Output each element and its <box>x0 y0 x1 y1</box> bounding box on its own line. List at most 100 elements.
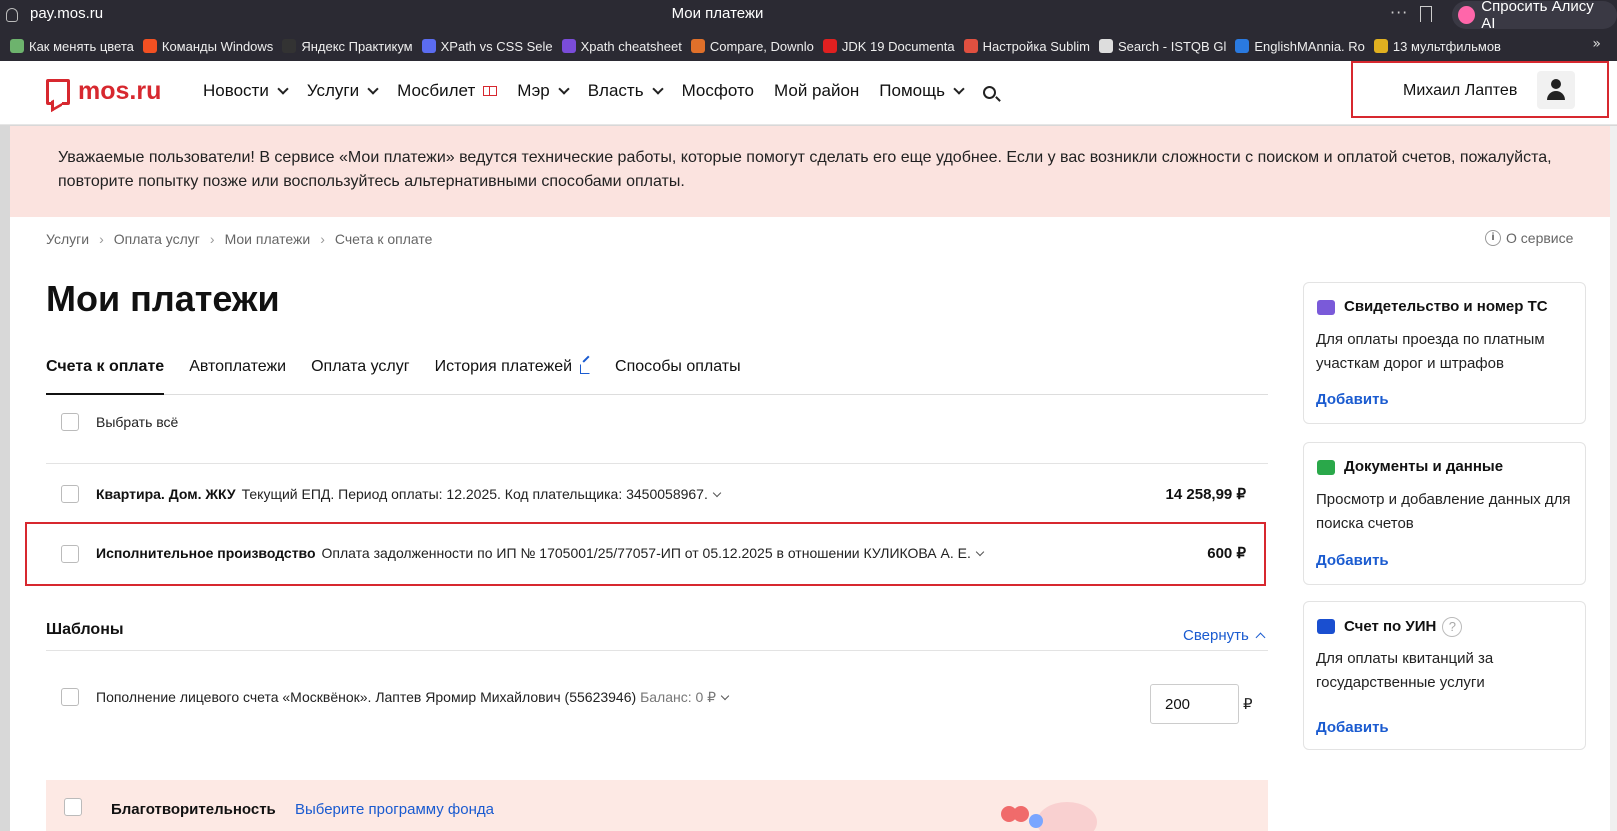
page-title: Мои платежи <box>46 278 280 319</box>
bookmark-item[interactable]: XPath vs CSS Sele <box>421 39 553 54</box>
tab-label: История платежей <box>434 358 573 375</box>
bookmark-icon <box>1098 39 1113 53</box>
collapse-button[interactable]: Свернуть <box>1183 627 1266 644</box>
tab-item[interactable]: История платежей <box>434 358 591 395</box>
nav-item-label: Новости <box>203 81 269 100</box>
about-service-link[interactable]: i О сервисе <box>1485 230 1573 246</box>
help-icon[interactable]: ? <box>1442 617 1463 637</box>
tabs: Счета к оплате Автоплатежи Оплата услуг Ист… <box>46 358 1268 395</box>
user-icon[interactable] <box>1537 71 1575 109</box>
card-description: Просмотр и добавление данных для поиска … <box>1316 491 1571 532</box>
nav-item-label: Помощь <box>879 81 945 100</box>
mos-logo[interactable]: mos.ru <box>46 77 161 106</box>
bookmark-item[interactable]: EnglishMAnnia. Ro <box>1235 39 1365 54</box>
bookmark-icon <box>822 39 837 53</box>
nav-item[interactable]: Услуги <box>307 81 379 101</box>
bookmark-item[interactable]: Команды Windows <box>142 39 273 54</box>
nav-item[interactable]: Мосбилет <box>397 81 498 101</box>
card-description: Для оплаты проезда по платным участкам д… <box>1316 331 1545 372</box>
bill-row[interactable]: Квартира. Дом. ЖКУ Текущий ЕПД. Период оп… <box>96 486 722 502</box>
choose-fund-link[interactable]: Выберите программу фонда <box>295 801 494 818</box>
chevron-down-icon <box>367 82 379 95</box>
nav-item[interactable]: Новости <box>203 81 289 101</box>
breadcrumb-item[interactable]: Счета к оплате <box>335 231 433 247</box>
card-title: Документы и данные <box>1344 458 1503 475</box>
divider <box>46 650 1268 651</box>
side-card: Счет по УИН? Для оплаты квитанций за госу… <box>1303 601 1586 750</box>
add-link[interactable]: Добавить <box>1316 552 1389 569</box>
bookmark-label: Яндекс Практикум <box>301 38 413 54</box>
bookmark-label: Настройка Sublim <box>982 38 1090 54</box>
charity-checkbox[interactable] <box>64 798 82 816</box>
bill-checkbox[interactable] <box>61 545 79 563</box>
maintenance-alert: Уважаемые пользователи! В сервисе «Мои п… <box>10 126 1610 217</box>
bookmarks-bar: Как менять цвета Команды Windows Яндекс Пр… <box>0 31 1617 61</box>
add-link[interactable]: Добавить <box>1316 719 1389 736</box>
nav-item[interactable]: Власть <box>588 81 664 101</box>
tab-item[interactable]: Счета к оплате <box>46 358 165 395</box>
bookmark-icon <box>963 39 978 53</box>
bookmark-item[interactable]: Xpath cheatsheet <box>561 39 682 54</box>
search-icon <box>982 85 996 99</box>
bookmarks-overflow-icon[interactable]: » <box>1592 36 1601 52</box>
search-button[interactable] <box>982 81 996 101</box>
documents-icon <box>1317 460 1335 475</box>
more-icon[interactable]: ··· <box>1390 3 1408 22</box>
select-all-checkbox[interactable] <box>61 413 79 431</box>
template-row[interactable]: Пополнение лицевого счета «Москвёнок». Л… <box>96 689 730 706</box>
card-title-label: Счет по УИН <box>1344 617 1437 635</box>
bookmark-item[interactable]: Search - ISTQB Gl <box>1098 38 1227 54</box>
bookmark-icon <box>690 39 705 53</box>
chevron-down-icon <box>651 82 664 95</box>
chevron-down-icon[interactable] <box>975 548 985 557</box>
breadcrumb-item[interactable]: Оплата услуг <box>114 231 200 247</box>
breadcrumb-item[interactable]: Мои платежи <box>225 231 311 247</box>
side-card: Свидетельство и номер ТС Для оплаты проез… <box>1303 282 1586 424</box>
bookmark-icon <box>421 39 436 53</box>
bookmark-item[interactable]: Как менять цвета <box>10 39 134 54</box>
bookmark-item[interactable]: 13 мультфильмов <box>1373 38 1501 54</box>
bookmark-item[interactable]: JDK 19 Documenta <box>822 39 955 54</box>
nav-item[interactable]: Мой район <box>774 81 859 101</box>
nav-item[interactable]: Мэр <box>517 81 570 101</box>
bookmark-icon[interactable] <box>1420 6 1432 22</box>
nav-item[interactable]: Мосфото <box>682 81 754 101</box>
nav-item-label: Мосбилет <box>397 81 476 100</box>
external-link-icon <box>580 364 591 374</box>
tab-item[interactable]: Автоплатежи <box>189 358 286 395</box>
tab-item[interactable]: Оплата услуг <box>311 358 409 395</box>
nav-item[interactable]: Помощь <box>879 81 965 101</box>
hearts-illustration <box>1001 802 1097 831</box>
chevron-down-icon[interactable] <box>720 692 730 701</box>
template-amount-input[interactable] <box>1150 684 1239 724</box>
charity-block: Благотворительность Выберите программу ф… <box>46 780 1268 831</box>
bookmark-icon <box>142 39 157 53</box>
bookmark-item[interactable]: Яндекс Практикум <box>282 38 413 54</box>
bill-checkbox[interactable] <box>61 485 79 503</box>
bookmark-label: Search - ISTQB Gl <box>1117 38 1227 54</box>
chevron-down-icon[interactable] <box>712 489 722 498</box>
card-title: Счет по УИН? <box>1344 617 1463 637</box>
bookmark-item[interactable]: Настройка Sublim <box>963 38 1090 54</box>
ask-alice-button[interactable]: Спросить Алису AI <box>1452 0 1617 32</box>
breadcrumb-separator: › <box>320 231 325 247</box>
bookmark-label: 13 мультфильмов <box>1392 38 1501 54</box>
charity-title: Благотворительность <box>111 801 276 818</box>
bookmark-item[interactable]: Compare, Downlo <box>690 39 814 54</box>
bill-row[interactable]: Исполнительное производство Оплата задолж… <box>96 545 985 561</box>
nav-item-label: Мосфото <box>681 81 755 100</box>
scrollbar[interactable] <box>1610 126 1617 831</box>
bill-amount: 14 258,99 ₽ <box>1165 486 1246 503</box>
select-all-label: Выбрать всё <box>96 414 179 430</box>
user-menu[interactable]: Михаил Лаптев <box>1351 61 1609 118</box>
chevron-down-icon <box>953 82 965 95</box>
bookmark-label: EnglishMAnnia. Ro <box>1254 38 1365 54</box>
about-service-label: О сервисе <box>1506 230 1574 246</box>
template-checkbox[interactable] <box>61 688 79 706</box>
window-title: Мои платежи <box>671 5 764 22</box>
tab-label: Способы оплаты <box>615 358 741 375</box>
tab-item[interactable]: Способы оплаты <box>615 358 741 395</box>
breadcrumb-item[interactable]: Услуги <box>46 231 89 247</box>
add-link[interactable]: Добавить <box>1316 391 1389 408</box>
tab-label: Оплата услуг <box>311 358 410 375</box>
